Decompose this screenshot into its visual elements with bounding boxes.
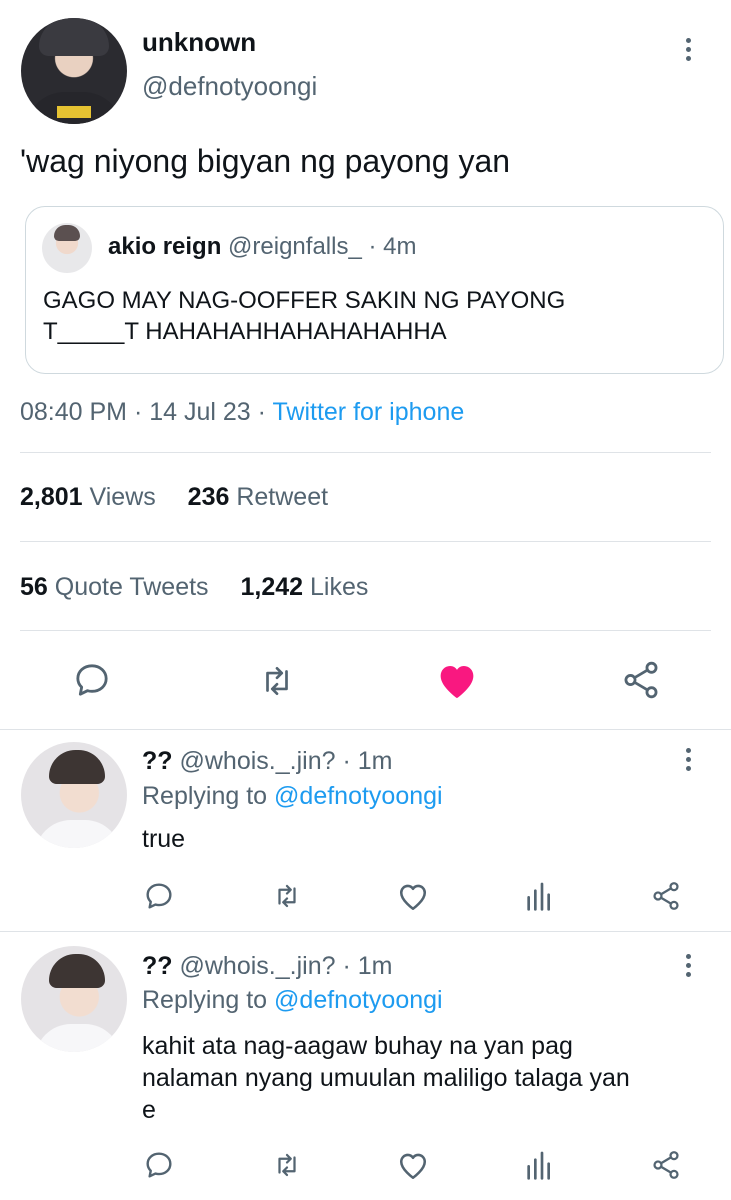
reply-display-name[interactable]: ?? xyxy=(142,747,173,775)
replying-to-label: Replying to xyxy=(142,986,268,1014)
reply-time: 1m xyxy=(357,952,393,980)
reply-tweet[interactable]: ?? @whois._.jin? · 1m Replying to @defno… xyxy=(0,730,731,930)
quoted-handle: @reignfalls_ xyxy=(228,233,362,260)
likes-count: 1,242 xyxy=(240,573,304,601)
analytics-icon[interactable] xyxy=(524,1149,552,1181)
author-handle[interactable]: @defnotyoongi xyxy=(142,71,317,101)
share-icon[interactable] xyxy=(620,659,662,701)
analytics-icon[interactable] xyxy=(524,880,552,912)
tweet-more-icon[interactable] xyxy=(684,38,692,61)
reply-text-line: e xyxy=(142,1096,156,1124)
replying-to-handle[interactable]: @defnotyoongi xyxy=(274,782,443,810)
retweet-icon[interactable] xyxy=(256,662,298,700)
reply-separator: · xyxy=(342,952,351,980)
replying-to-label: Replying to xyxy=(142,782,268,810)
reply-time: 1m xyxy=(357,747,393,775)
like-icon[interactable] xyxy=(396,1149,430,1181)
share-icon[interactable] xyxy=(650,1148,682,1182)
tweet-date: 14 Jul 23 xyxy=(149,398,251,426)
reply-avatar[interactable] xyxy=(21,946,127,1052)
reply-text-line: nalaman nyang umuulan maliligo talaga ya… xyxy=(142,1064,630,1092)
tweet-time-separator: · xyxy=(133,398,143,426)
divider xyxy=(20,452,711,453)
reply-text-line: kahit ata nag-aagaw buhay na yan pag xyxy=(142,1032,573,1060)
reply-more-icon[interactable] xyxy=(684,954,692,977)
reply-display-name[interactable]: ?? xyxy=(142,952,173,980)
reply-handle[interactable]: @whois._.jin? xyxy=(180,952,336,980)
quoted-separator: · xyxy=(368,233,377,260)
quoted-tweet-card[interactable]: akio reign @reignfalls_ · 4m GAGO MAY NA… xyxy=(25,206,724,374)
reply-icon[interactable] xyxy=(143,1149,175,1181)
divider xyxy=(20,630,711,631)
retweet-label: Retweet xyxy=(236,483,329,511)
quoted-time: 4m xyxy=(383,233,417,260)
reply-tweet[interactable]: ?? @whois._.jin? · 1m Replying to @defno… xyxy=(0,932,731,1200)
quote-label: Quote Tweets xyxy=(54,573,209,601)
views-count: 2,801 xyxy=(20,483,83,511)
likes-stat[interactable]: 1,242 Likes xyxy=(240,573,368,601)
replying-to-handle[interactable]: @defnotyoongi xyxy=(274,986,443,1014)
divider xyxy=(20,541,711,542)
reply-more-icon[interactable] xyxy=(684,748,692,771)
tweet-source-separator: · xyxy=(257,398,266,426)
views-label: Views xyxy=(89,483,156,511)
quoted-author-avatar xyxy=(42,223,92,273)
tweet-source-link[interactable]: Twitter for iphone xyxy=(273,398,465,426)
reply-text: kahit ata nag-aagaw buhay na yan pag nal… xyxy=(142,1030,630,1126)
share-icon[interactable] xyxy=(650,879,682,913)
reply-separator: · xyxy=(342,747,351,775)
quoted-text-line-2: T_____T HAHAHAHHAHAHAHAHHA xyxy=(43,318,447,345)
author-avatar[interactable] xyxy=(21,18,127,124)
tweet-time: 08:40 PM xyxy=(20,398,128,426)
like-icon[interactable] xyxy=(396,880,430,912)
retweet-count: 236 xyxy=(187,483,230,511)
likes-label: Likes xyxy=(309,573,369,601)
reply-icon[interactable] xyxy=(143,880,175,912)
retweet-icon[interactable] xyxy=(270,1150,304,1180)
quote-tweets-stat[interactable]: 56 Quote Tweets xyxy=(20,573,216,601)
quoted-display-name: akio reign xyxy=(108,233,222,260)
author-display-name[interactable]: unknown xyxy=(142,27,256,57)
retweet-stat[interactable]: 236 Retweet xyxy=(188,483,328,511)
views-stat[interactable]: 2,801 Views xyxy=(20,483,163,511)
reply-handle[interactable]: @whois._.jin? xyxy=(180,747,336,775)
like-icon[interactable] xyxy=(435,660,479,700)
reply-text: true xyxy=(142,825,186,853)
retweet-icon[interactable] xyxy=(270,881,304,911)
reply-icon[interactable] xyxy=(72,660,112,700)
tweet-text: 'wag niyong bigyan ng payong yan xyxy=(20,143,511,179)
quote-count: 56 xyxy=(20,573,48,601)
quoted-text-line-1: GAGO MAY NAG-OOFFER SAKIN NG PAYONG xyxy=(43,287,566,314)
reply-avatar[interactable] xyxy=(21,742,127,848)
